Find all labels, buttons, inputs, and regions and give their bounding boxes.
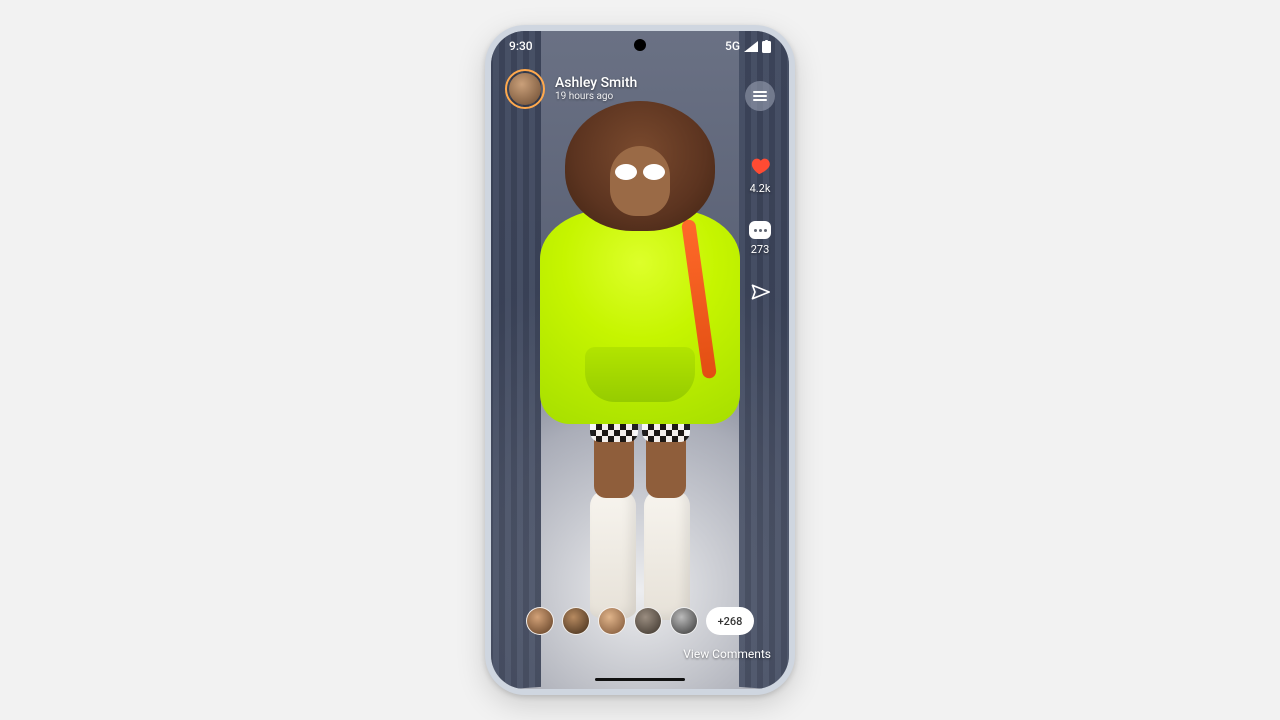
viewer-avatar[interactable] bbox=[670, 607, 698, 635]
send-icon bbox=[750, 282, 770, 302]
like-count: 4.2k bbox=[750, 182, 771, 195]
viewers-row: +268 bbox=[491, 607, 789, 635]
more-viewers-button[interactable]: +268 bbox=[706, 607, 755, 635]
battery-icon bbox=[762, 40, 771, 53]
phone-frame: 9:30 5G Ashley Smith 19 hours ago bbox=[485, 25, 795, 695]
post-header[interactable]: Ashley Smith 19 hours ago bbox=[505, 69, 637, 109]
posted-time: 19 hours ago bbox=[555, 91, 637, 102]
viewer-avatar[interactable] bbox=[562, 607, 590, 635]
signal-icon bbox=[744, 41, 758, 52]
action-rail: 4.2k 273 bbox=[745, 81, 775, 302]
viewer-avatar[interactable] bbox=[526, 607, 554, 635]
like-button[interactable]: 4.2k bbox=[750, 157, 771, 195]
home-indicator[interactable] bbox=[595, 678, 685, 681]
viewer-avatar[interactable] bbox=[598, 607, 626, 635]
viewer-avatar[interactable] bbox=[634, 607, 662, 635]
heart-icon bbox=[750, 157, 770, 178]
comment-button[interactable]: 273 bbox=[749, 221, 771, 256]
author-name: Ashley Smith bbox=[555, 76, 637, 91]
network-label: 5G bbox=[725, 39, 740, 53]
share-button[interactable] bbox=[750, 282, 770, 302]
status-time: 9:30 bbox=[509, 39, 533, 53]
camera-notch bbox=[634, 39, 646, 51]
author-avatar[interactable] bbox=[505, 69, 545, 109]
comment-icon bbox=[749, 221, 771, 239]
menu-button[interactable] bbox=[745, 81, 775, 111]
person-illustration bbox=[535, 101, 745, 661]
view-comments-label: View Comments bbox=[683, 647, 771, 661]
view-comments-link[interactable]: View Comments bbox=[683, 647, 771, 661]
more-viewers-count: +268 bbox=[718, 615, 743, 628]
phone-screen: 9:30 5G Ashley Smith 19 hours ago bbox=[491, 31, 789, 689]
comment-count: 273 bbox=[751, 243, 770, 256]
menu-icon bbox=[753, 95, 767, 97]
background-decor bbox=[491, 31, 541, 689]
